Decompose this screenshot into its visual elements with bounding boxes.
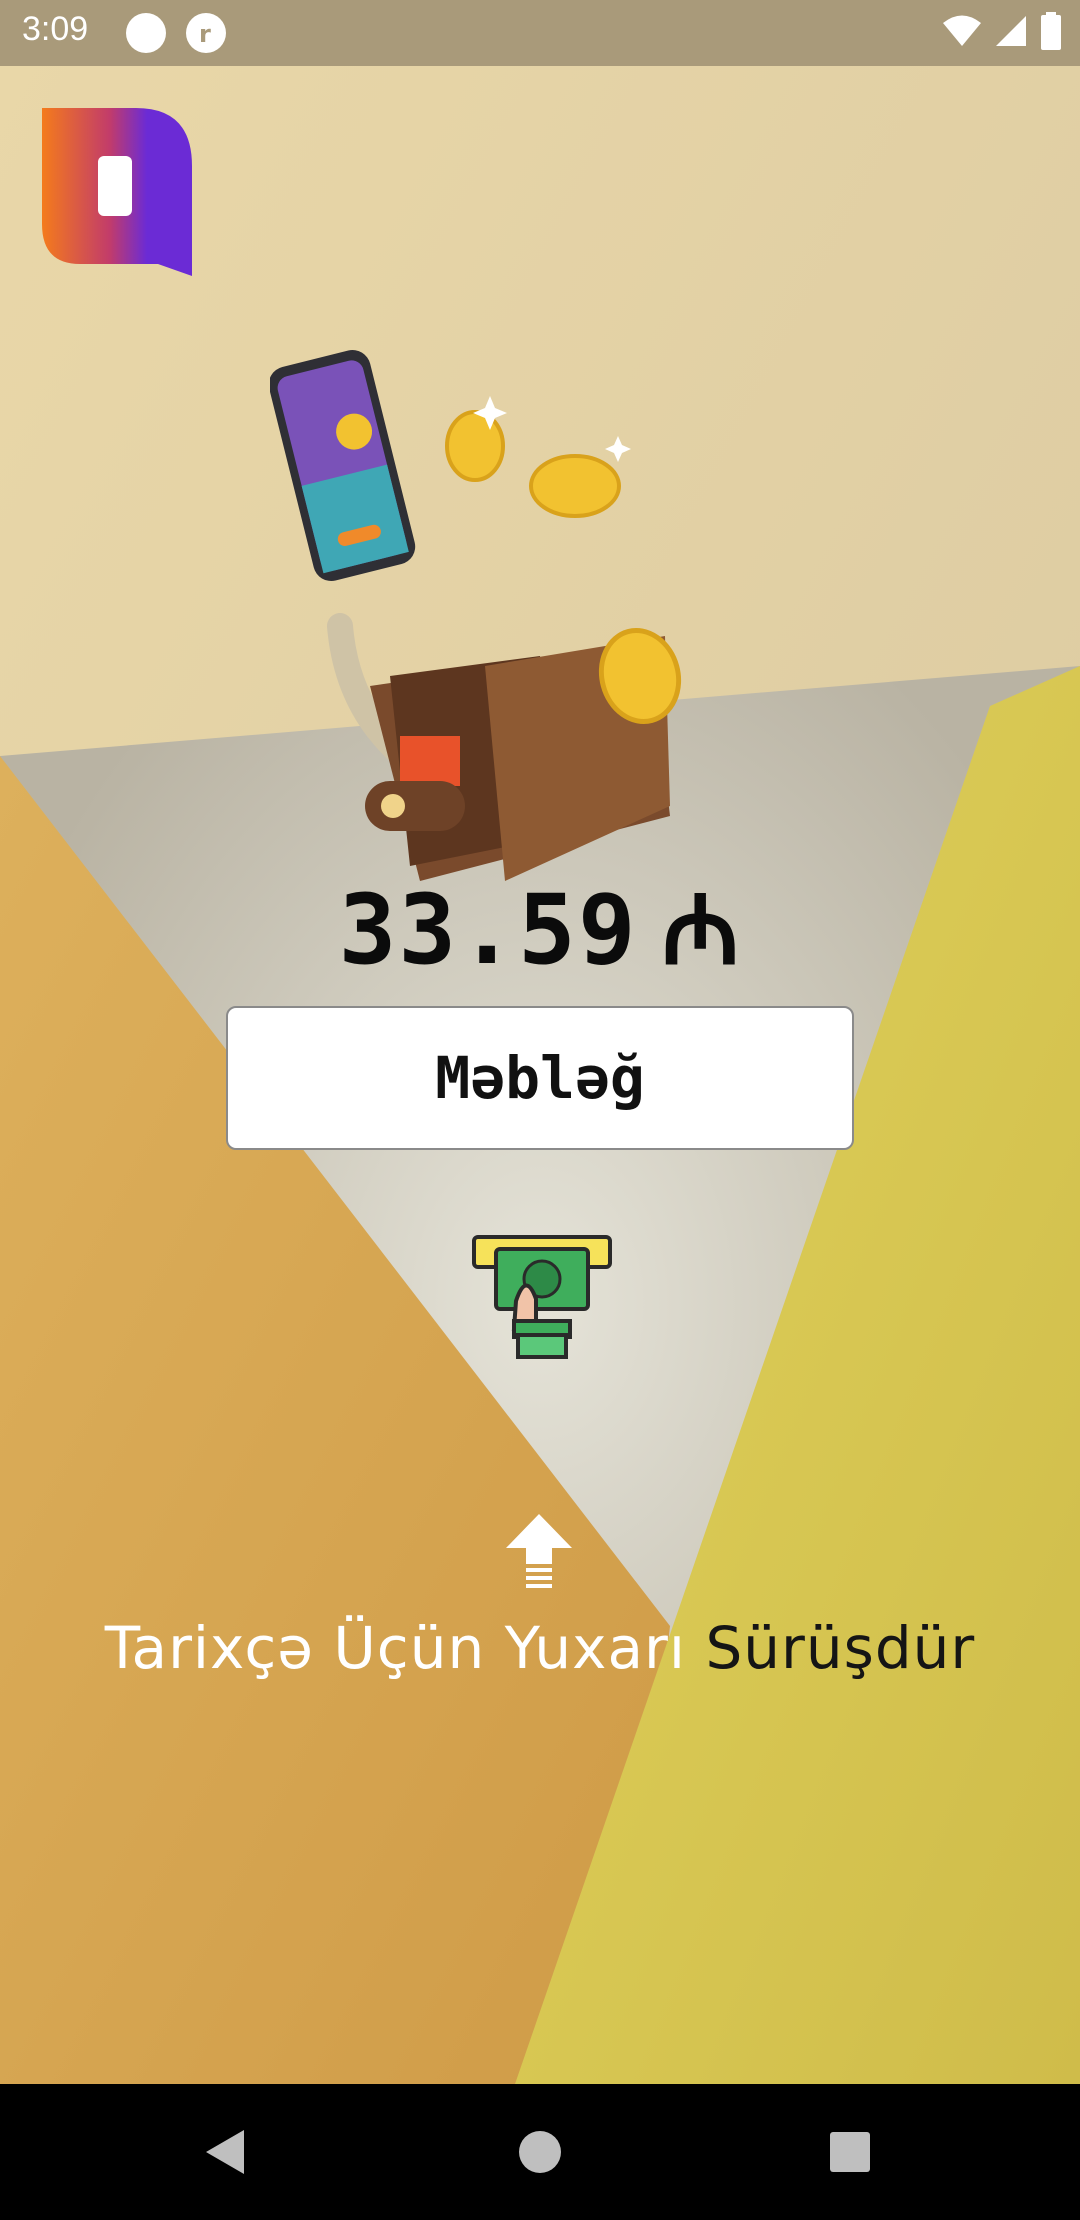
signal-icon — [996, 16, 1026, 46]
swipe-hint: Tarixçə Üçün Yuxarı Sürüşdür — [0, 1614, 1080, 1682]
swipe-up-arrow-icon — [506, 1514, 572, 1588]
currency-symbol: ₼ — [661, 874, 742, 986]
app-logo — [42, 108, 192, 276]
status-icons — [942, 12, 1062, 50]
amount-button-label: Məbləğ — [435, 1044, 645, 1112]
back-icon[interactable] — [190, 2116, 262, 2188]
swipe-hint-part1: Tarixçə Üçün Yuxarı — [104, 1614, 687, 1682]
cash-withdraw-icon[interactable] — [472, 1231, 612, 1359]
wallet-illustration — [270, 350, 682, 881]
recents-icon[interactable] — [814, 2116, 886, 2188]
home-icon[interactable] — [504, 2116, 576, 2188]
balance-amount: 33.59 — [338, 874, 638, 986]
status-bar: 3:09 r — [0, 0, 1080, 66]
swipe-hint-part2: Sürüşdür — [705, 1614, 976, 1682]
wifi-icon — [943, 15, 981, 46]
balance-display: 33.59 ₼ — [0, 861, 1080, 992]
svg-text:r: r — [199, 20, 211, 48]
main-screen[interactable]: 33.59 ₼ Məbləğ Tarixçə Üçün Yuxarı Sürüşd… — [0, 66, 1080, 2084]
amount-button[interactable]: Məbləğ — [226, 1006, 854, 1150]
status-time: 3:09 — [22, 10, 89, 48]
battery-icon — [1041, 12, 1061, 50]
navigation-bar — [0, 2084, 1080, 2220]
app-notification-icon: r — [186, 13, 226, 53]
circle-notification-icon — [126, 13, 166, 53]
